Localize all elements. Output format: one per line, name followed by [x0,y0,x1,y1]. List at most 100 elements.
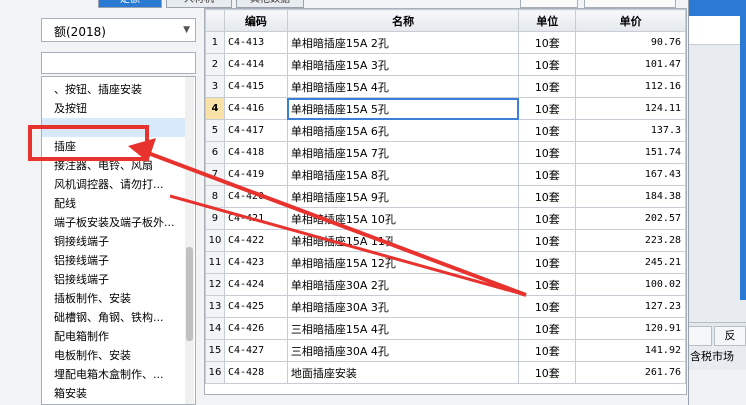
price-cell[interactable]: 101.47 [575,53,686,76]
unit-cell[interactable]: 10套 [518,185,577,208]
header-unit[interactable]: 单位 [518,9,577,32]
unit-cell[interactable]: 10套 [518,361,577,384]
background-tab-partial[interactable]: 反 [714,326,746,346]
price-cell[interactable]: 141.92 [575,339,686,362]
tab-labor-material-machine[interactable]: 人材机 [166,0,232,8]
background-tab-empty[interactable] [688,326,712,346]
price-cell[interactable]: 100.02 [575,273,686,296]
name-cell[interactable]: 单相暗插座15A 8孔 [286,163,520,186]
row-index-cell[interactable]: 2 [205,53,225,76]
name-cell[interactable]: 单相暗插座15A 9孔 [286,185,520,208]
row-index-cell[interactable]: 16 [205,361,225,384]
tree-scrollbar-thumb[interactable] [186,247,193,341]
tree-node[interactable]: 配线 [42,194,188,213]
unit-cell[interactable]: 10套 [518,251,577,274]
tree-node[interactable]: 铜接线端子 [42,232,188,251]
row-index-cell[interactable]: 3 [205,75,225,98]
tree-node[interactable]: 插板制作、安装 [42,289,188,308]
unit-cell[interactable]: 10套 [518,141,577,164]
row-index-cell[interactable]: 9 [205,207,225,230]
tree-node[interactable]: 础槽钢、角钢、铁构... [42,308,188,327]
table-row[interactable]: 14 C4-426 三相暗插座15A 4孔 10套 120.91 [205,317,686,340]
unit-cell[interactable]: 10套 [518,119,577,142]
code-cell[interactable]: C4-422 [223,229,288,252]
code-cell[interactable]: C4-417 [223,119,288,142]
price-cell[interactable]: 120.91 [575,317,686,340]
unit-cell[interactable]: 10套 [518,273,577,296]
tree-node[interactable]: 箱安装 [42,384,188,403]
tree-node[interactable]: 配电箱制作 [42,327,188,346]
name-cell[interactable]: 单相暗插座15A 3孔 [286,53,520,76]
toolbar-button-wide[interactable] [584,0,676,8]
code-cell[interactable]: C4-425 [223,295,288,318]
table-row[interactable]: 16 C4-428 地面插座安装 10套 261.76 [205,361,686,384]
code-cell[interactable]: C4-419 [223,163,288,186]
name-cell[interactable]: 单相暗插座15A 6孔 [286,119,520,142]
tree-node[interactable]: 电板制作、安装 [42,346,188,365]
price-cell[interactable]: 127.23 [575,295,686,318]
row-index-cell[interactable]: 8 [205,185,225,208]
name-cell[interactable]: 单相暗插座30A 3孔 [286,295,520,318]
name-cell[interactable]: 三相暗插座30A 4孔 [286,339,520,362]
unit-cell[interactable]: 10套 [518,229,577,252]
tree-node[interactable]: 铝接线端子 [42,270,188,289]
toolbar-button[interactable] [520,0,578,8]
code-cell[interactable]: C4-426 [223,317,288,340]
unit-cell[interactable]: 10套 [518,97,577,120]
table-row[interactable]: 10 C4-422 单相暗插座15A 11孔 10套 223.28 [205,229,686,252]
code-cell[interactable]: C4-414 [223,53,288,76]
chevron-down-icon[interactable]: ▼ [183,25,190,35]
price-cell[interactable]: 137.3 [575,119,686,142]
header-price[interactable]: 单价 [575,9,686,32]
table-row[interactable]: 5 C4-417 单相暗插座15A 6孔 10套 137.3 [205,119,686,142]
quota-library-select[interactable]: 额(2018) ▼ [41,18,196,42]
name-cell[interactable]: 单相暗插座15A 11孔 [286,229,520,252]
code-cell[interactable]: C4-413 [223,31,288,54]
table-row[interactable]: 15 C4-427 三相暗插座30A 4孔 10套 141.92 [205,339,686,362]
table-row[interactable]: 1 C4-413 单相暗插座15A 2孔 10套 90.76 [205,31,686,54]
row-index-cell[interactable]: 4 [205,97,225,120]
row-index-cell[interactable]: 5 [205,119,225,142]
name-cell[interactable]: 三相暗插座15A 4孔 [286,317,520,340]
tree-node[interactable]: 铝接线端子 [42,251,188,270]
unit-cell[interactable]: 10套 [518,339,577,362]
table-row[interactable]: 7 C4-419 单相暗插座15A 8孔 10套 167.43 [205,163,686,186]
code-cell[interactable]: C4-428 [223,361,288,384]
price-cell[interactable]: 112.16 [575,75,686,98]
name-cell[interactable]: 单相暗插座15A 10孔 [286,207,520,230]
price-cell[interactable]: 90.76 [575,31,686,54]
tab-quota[interactable]: 定额 [98,0,162,8]
price-cell[interactable]: 261.76 [575,361,686,384]
tab-other-data[interactable]: 其他数据 [236,0,304,8]
tree-node-socket[interactable]: 插座 [42,137,188,156]
row-index-cell[interactable]: 1 [205,31,225,54]
row-index-cell[interactable]: 14 [205,317,225,340]
table-row[interactable]: 13 C4-425 单相暗插座30A 3孔 10套 127.23 [205,295,686,318]
code-cell[interactable]: C4-424 [223,273,288,296]
table-row[interactable]: 11 C4-423 单相暗插座15A 12孔 10套 245.21 [205,251,686,274]
table-row[interactable]: 6 C4-418 单相暗插座15A 7孔 10套 151.74 [205,141,686,164]
table-row[interactable]: 12 C4-424 单相暗插座30A 2孔 10套 100.02 [205,273,686,296]
price-cell[interactable]: 202.57 [575,207,686,230]
name-cell[interactable]: 单相暗插座30A 2孔 [286,273,520,296]
row-index-cell[interactable]: 7 [205,163,225,186]
name-cell[interactable]: 单相暗插座15A 4孔 [286,75,520,98]
name-cell[interactable]: 单相暗插座15A 7孔 [286,141,520,164]
price-cell[interactable]: 223.28 [575,229,686,252]
unit-cell[interactable]: 10套 [518,163,577,186]
code-cell[interactable]: C4-423 [223,251,288,274]
name-cell[interactable]: 地面插座安装 [286,361,520,384]
tree-node-selected-highlight[interactable] [42,118,188,137]
name-cell[interactable]: 单相暗插座15A 12孔 [286,251,520,274]
tree-node[interactable]: 接注器、电铃、风扇 [42,156,188,175]
header-code[interactable]: 编码 [223,9,288,32]
unit-cell[interactable]: 10套 [518,53,577,76]
code-cell[interactable]: C4-416 [223,97,288,120]
code-cell[interactable]: C4-420 [223,185,288,208]
price-cell[interactable]: 184.38 [575,185,686,208]
price-cell[interactable]: 124.11 [575,97,686,120]
row-index-cell[interactable]: 13 [205,295,225,318]
row-index-cell[interactable]: 15 [205,339,225,362]
unit-cell[interactable]: 10套 [518,295,577,318]
tree-node[interactable]: 、按钮、插座安装 [42,80,188,99]
